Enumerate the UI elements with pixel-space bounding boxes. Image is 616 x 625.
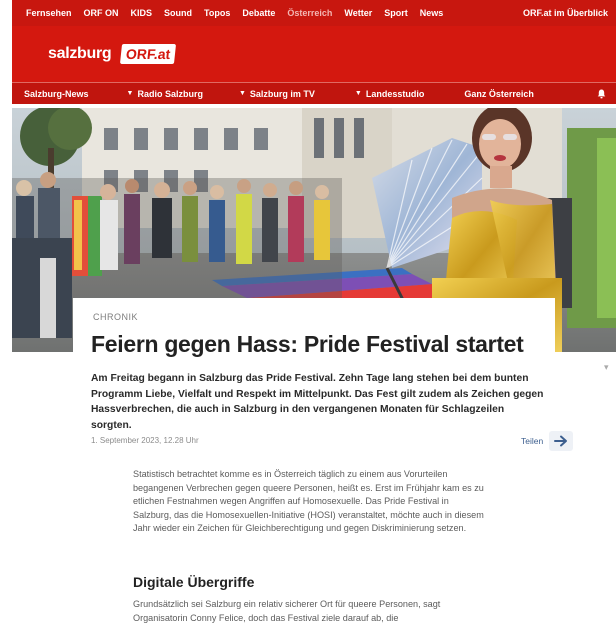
article-card: CHRONIK Feiern gegen Hass: Pride Festiva… — [73, 298, 574, 625]
subnav-item-ganz-oesterreich[interactable]: Ganz Österreich — [464, 89, 534, 99]
article-subheading: Digitale Übergriffe — [133, 574, 255, 590]
chevron-down-icon: ▼ — [238, 90, 246, 97]
article-body-paragraph: Statistisch betrachtet komme es in Öster… — [133, 469, 484, 533]
subnav-item-label: Radio Salzburg — [137, 88, 203, 99]
subnav-item-label: Salzburg-News — [24, 88, 89, 99]
top-nav-overview-link[interactable]: ORF.at im Überblick — [523, 8, 608, 18]
regional-navigation: Salzburg-News ▼ Radio Salzburg ▼ Salzbur… — [12, 82, 616, 104]
share-button[interactable]: Teilen — [521, 431, 574, 451]
top-navigation: Fernsehen ORF ON KIDS Sound Topos Debatt… — [12, 0, 616, 26]
top-nav-fernsehen[interactable]: Fernsehen — [26, 8, 72, 18]
scroll-indicator[interactable]: ▾ — [604, 362, 610, 374]
top-nav-sound[interactable]: Sound — [164, 8, 192, 18]
top-nav-sport[interactable]: Sport — [384, 8, 408, 18]
subnav-item-landesstudio[interactable]: ▼ Landesstudio — [355, 89, 424, 99]
bell-icon[interactable] — [597, 89, 606, 99]
share-label: Teilen — [521, 436, 544, 446]
top-nav-news[interactable]: News — [420, 8, 444, 18]
subnav-item-label: Salzburg im TV — [249, 88, 315, 99]
subnav-item-label: Landesstudio — [365, 88, 425, 99]
arrow-right-icon — [549, 431, 574, 451]
top-nav-oesterreich[interactable]: Österreich — [287, 8, 332, 18]
subnav-item-radio-salzburg[interactable]: ▼ Radio Salzburg — [127, 89, 203, 99]
subnav-item-salzburg-news[interactable]: Salzburg-News — [24, 89, 89, 99]
site-header: salzburg ORF.at — [12, 26, 616, 82]
top-nav-wetter[interactable]: Wetter — [344, 8, 372, 18]
subnav-item-label: Ganz Österreich — [464, 88, 534, 99]
top-nav-orf-on[interactable]: ORF ON — [84, 8, 119, 18]
article-lead: Am Freitag begann in Salzburg das Pride … — [91, 373, 544, 431]
article-category[interactable]: CHRONIK — [93, 312, 138, 322]
top-nav-kids[interactable]: KIDS — [131, 8, 153, 18]
article-title: Feiern gegen Hass: Pride Festival starte… — [91, 331, 524, 357]
chevron-down-icon: ▼ — [126, 90, 134, 97]
top-nav-debatte[interactable]: Debatte — [242, 8, 275, 18]
article-date: 1. September 2023, 12.28 Uhr — [91, 436, 199, 445]
orf-logo[interactable]: ORF.at — [120, 44, 177, 64]
region-logo-text[interactable]: salzburg — [48, 45, 112, 63]
article-body-paragraph-2: Grundsätzlich sei Salzburg ein relativ s… — [133, 599, 441, 623]
subnav-item-salzburg-im-tv[interactable]: ▼ Salzburg im TV — [239, 89, 315, 99]
chevron-down-icon: ▼ — [354, 90, 362, 97]
top-nav-topos[interactable]: Topos — [204, 8, 230, 18]
